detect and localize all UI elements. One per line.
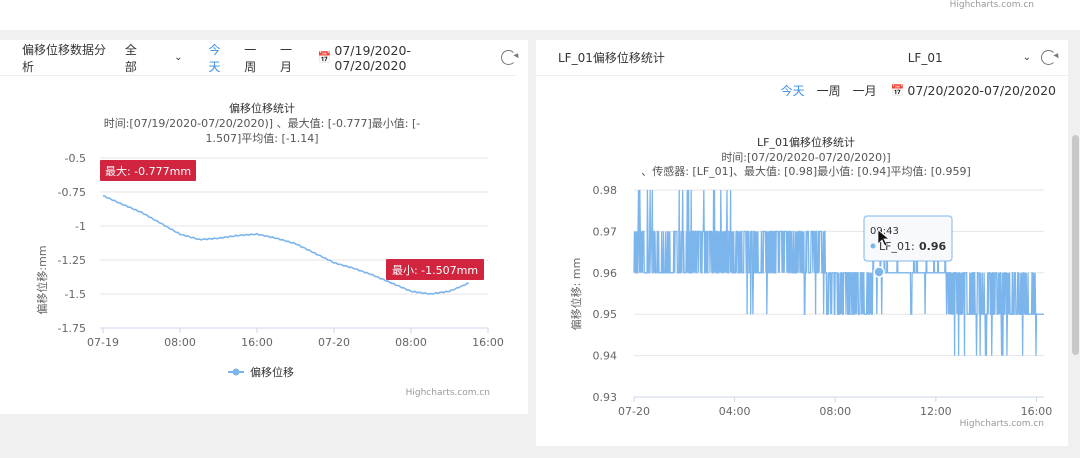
left-chart-credit: Highcharts.com.cn (406, 388, 490, 398)
top-credit: Highcharts.com.cn (949, 0, 1034, 10)
right-y-axis-title: 偏移位移: mm (569, 258, 583, 331)
y-tick-label: -0.75 (58, 186, 86, 199)
y-tick-label: -1.75 (58, 322, 86, 335)
x-tick-label: 04:00 (719, 405, 751, 418)
y-tick-label: -1 (75, 220, 86, 233)
y-tick-label: -1.5 (65, 288, 86, 301)
left-chart-subtitle-1: 时间:[07/19/2020-07/20/2020)] 、最大值: [-0.77… (104, 116, 421, 130)
y-tick-label: 0.93 (593, 391, 618, 404)
tooltip-marker-icon (870, 243, 876, 249)
left-chart-title: 偏移位移统计 (229, 101, 295, 115)
y-tick-label: 0.94 (593, 350, 618, 363)
right-chart-title: LF_01偏移位移统计 (757, 135, 855, 149)
x-tick-label: 07-19 (87, 336, 119, 349)
x-tick-label: 07-20 (318, 336, 350, 349)
left-chart: 偏移位移统计 时间:[07/19/2020-07/20/2020)] 、最大值:… (35, 101, 504, 398)
hover-point (873, 266, 885, 278)
y-tick-label: 0.98 (593, 184, 618, 197)
x-tick-label: 08:00 (164, 336, 196, 349)
x-tick-label: 12:00 (920, 405, 952, 418)
tooltip-value: 0.96 (919, 240, 946, 253)
y-tick-label: 0.96 (593, 267, 618, 280)
max-flag: 最大: -0.777mm (100, 160, 196, 181)
x-tick-label: 08:00 (819, 405, 851, 418)
right-x-tick-labels: 07-20 04:00 08:00 12:00 16:00 (618, 397, 1052, 418)
x-tick-label: 16:00 (241, 336, 273, 349)
left-legend[interactable]: 偏移位移 (228, 365, 294, 379)
right-chart: LF_01偏移位移统计 时间:[07/20/2020-07/20/2020)] … (569, 135, 1052, 429)
right-y-tick-labels: 0.98 0.97 0.96 0.95 0.94 0.93 (593, 184, 618, 404)
left-panel: 偏移位移数据分析 全部 ⌄ 今天 一周 一月 📅 07/19/2020-07/2… (0, 40, 528, 414)
right-chart-credit: Highcharts.com.cn (960, 419, 1044, 429)
top-strip: Highcharts.com.cn (0, 0, 1080, 30)
min-flag: 最小: -1.507mm (386, 259, 484, 280)
x-tick-label: 16:00 (472, 336, 504, 349)
max-flag-label: 最大: -0.777mm (105, 164, 191, 178)
y-tick-label: -0.5 (65, 152, 86, 165)
y-tick-label: 0.95 (593, 308, 618, 321)
left-y-tick-labels: -0.5 -0.75 -1 -1.25 -1.5 -1.75 (58, 152, 86, 335)
right-chart-subtitle-2: 、传感器: [LF_01]、最大值: [0.98]最小值: [0.94]平均值:… (641, 164, 971, 178)
y-tick-label: 0.97 (593, 225, 618, 238)
x-tick-label: 07-20 (618, 405, 650, 418)
min-flag-label: 最小: -1.507mm (392, 264, 478, 277)
y-tick-label: -1.25 (58, 254, 86, 267)
x-tick-label: 08:00 (395, 336, 427, 349)
legend-marker-icon (232, 368, 240, 376)
tooltip-box (863, 215, 953, 262)
page-scrollbar[interactable] (1070, 30, 1080, 458)
legend-label: 偏移位移 (250, 365, 294, 379)
x-tick-label: 16:00 (1021, 405, 1053, 418)
left-chart-subtitle-2: 1.507]平均值: [-1.14] (205, 132, 318, 145)
left-y-axis-title: 偏移位移:mm (35, 245, 49, 314)
scrollbar-thumb[interactable] (1072, 135, 1079, 355)
right-chart-subtitle-1: 时间:[07/20/2020-07/20/2020)] (721, 151, 890, 164)
left-x-tick-labels: 07-19 08:00 16:00 07-20 08:00 16:00 (87, 328, 504, 349)
right-panel: LF_01偏移位移统计 LF_01 ⌄ 今天 一周 一月 📅 07/20/202… (536, 40, 1068, 446)
